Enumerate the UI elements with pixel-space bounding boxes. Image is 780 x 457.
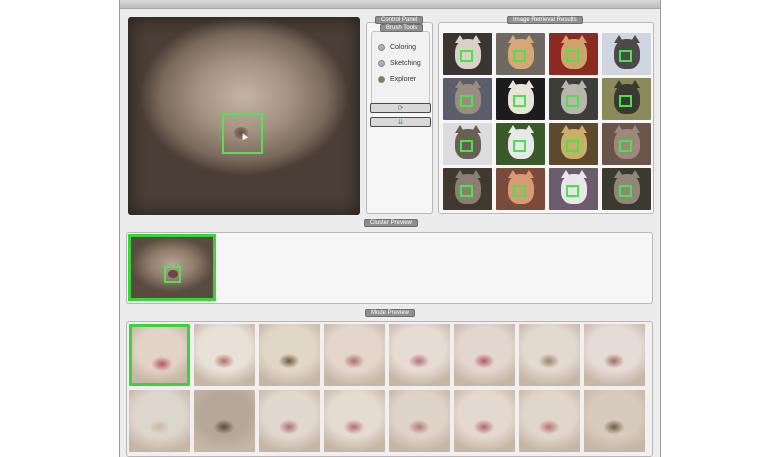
mode-feature [279, 420, 299, 434]
retrieval-thumbnail[interactable] [443, 78, 492, 120]
cluster-preview-panel [126, 232, 653, 304]
mode-cell[interactable] [194, 324, 255, 386]
radio-icon [378, 44, 385, 51]
mode-feature [344, 354, 364, 368]
match-box [513, 95, 526, 107]
mode-cell[interactable] [324, 390, 385, 452]
drawing-canvas[interactable] [128, 17, 360, 215]
mode-cell[interactable] [129, 324, 190, 386]
mode-feature [604, 420, 624, 434]
mode-cell[interactable] [389, 324, 450, 386]
mode-cell[interactable] [584, 324, 645, 386]
mode-feature [149, 420, 169, 434]
match-box [619, 140, 632, 152]
brush-option-sketching[interactable]: Sketching [378, 60, 421, 67]
retrieval-thumbnail[interactable] [602, 78, 651, 120]
match-box [460, 185, 473, 197]
mode-cell[interactable] [129, 390, 190, 452]
brush-option-coloring[interactable]: Coloring [378, 44, 416, 51]
brush-tools-group: Coloring Sketching Explorer [371, 31, 430, 113]
match-box [460, 50, 473, 62]
radio-selected-icon [378, 76, 385, 83]
match-box [513, 185, 526, 197]
retrieval-thumbnail[interactable] [496, 168, 545, 210]
mode-cell[interactable] [584, 390, 645, 452]
match-box [566, 185, 579, 197]
cluster-preview-label: Cluster Preview [364, 219, 419, 227]
title-bar [120, 0, 660, 9]
mode-cell[interactable] [454, 324, 515, 386]
brush-option-label: Sketching [390, 60, 421, 67]
brush-tools-label: Brush Tools [380, 24, 424, 32]
retrieval-thumbnail[interactable] [549, 168, 598, 210]
mode-cell[interactable] [454, 390, 515, 452]
retrieval-thumbnail[interactable] [602, 168, 651, 210]
retrieval-thumbnail[interactable] [549, 33, 598, 75]
retrieval-thumbnail[interactable] [549, 123, 598, 165]
match-box [566, 140, 579, 152]
match-box [513, 50, 526, 62]
mode-cell[interactable] [519, 390, 580, 452]
mode-cell[interactable] [389, 390, 450, 452]
mode-feature [539, 420, 559, 434]
cluster-selection-box [164, 266, 181, 283]
mode-feature [539, 354, 559, 368]
down-arrow-icon: ⇊ [397, 118, 404, 126]
brush-option-label: Explorer [390, 76, 417, 83]
mode-feature [214, 354, 234, 368]
retrieval-thumbnail[interactable] [496, 123, 545, 165]
mode-cell[interactable] [259, 390, 320, 452]
mode-feature [279, 354, 299, 368]
cluster-thumbnail[interactable] [128, 234, 216, 301]
control-panel: Coloring Sketching Explorer ⟳ ⇊ [366, 22, 433, 214]
image-retrieval-panel [438, 22, 654, 214]
mode-cell[interactable] [259, 324, 320, 386]
refresh-icon: ⟳ [397, 104, 404, 112]
control-panel-label: Control Panel [375, 16, 424, 24]
retrieval-thumbnail[interactable] [549, 78, 598, 120]
mode-feature [409, 420, 429, 434]
match-box [566, 50, 579, 62]
mode-feature [344, 420, 364, 434]
mode-preview-label: Mode Preview [365, 309, 416, 317]
mode-feature [214, 420, 234, 434]
mode-preview-panel [126, 321, 653, 457]
retrieval-thumbnail[interactable] [496, 78, 545, 120]
radio-icon [378, 60, 385, 67]
mode-feature [474, 354, 494, 368]
mode-cell[interactable] [194, 390, 255, 452]
download-button[interactable]: ⇊ [370, 117, 431, 127]
match-box [460, 95, 473, 107]
retrieval-thumbnail[interactable] [443, 168, 492, 210]
image-retrieval-label: Image Retrieval Results [507, 16, 583, 24]
brush-option-explorer[interactable]: Explorer [378, 76, 416, 83]
retrieval-thumbnail[interactable] [602, 123, 651, 165]
mode-feature [474, 420, 494, 434]
match-box [619, 95, 632, 107]
mode-cell[interactable] [324, 324, 385, 386]
retrieval-thumbnail[interactable] [443, 123, 492, 165]
mode-feature [604, 354, 624, 368]
match-box [513, 140, 526, 152]
mode-feature [409, 354, 429, 368]
brush-option-label: Coloring [390, 44, 417, 51]
mode-feature [152, 357, 172, 371]
match-box [566, 95, 579, 107]
retrieval-thumbnail[interactable] [602, 33, 651, 75]
retrieval-thumbnail[interactable] [496, 33, 545, 75]
match-box [619, 50, 632, 62]
match-box [460, 140, 473, 152]
mode-cell[interactable] [519, 324, 580, 386]
retrieval-thumbnail[interactable] [443, 33, 492, 75]
match-box [619, 185, 632, 197]
refresh-button[interactable]: ⟳ [370, 103, 431, 113]
